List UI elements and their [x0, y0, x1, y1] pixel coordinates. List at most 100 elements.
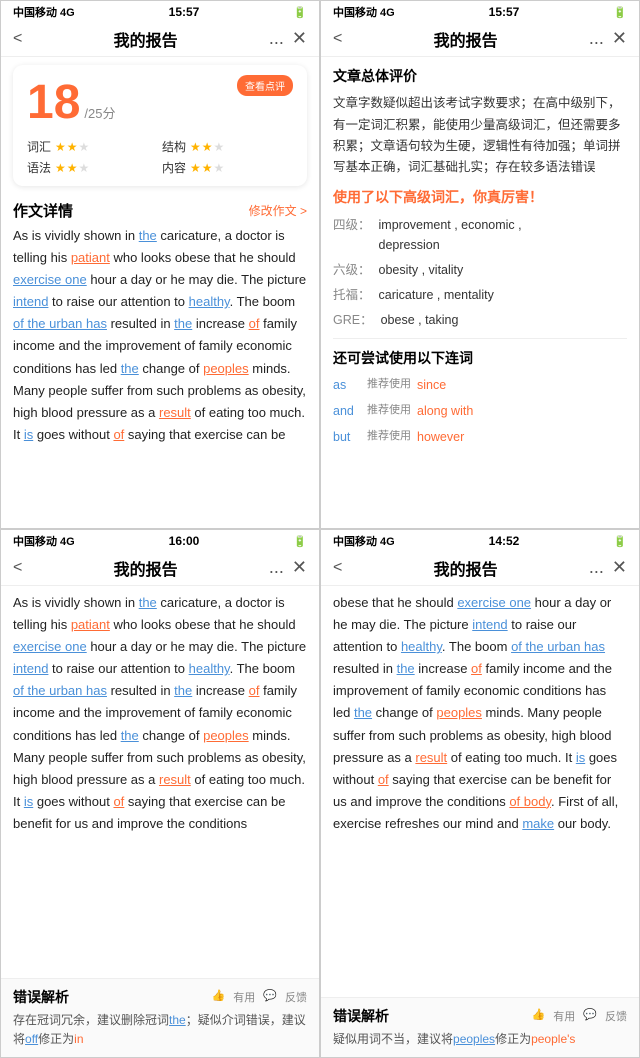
structure-label: 结构: [162, 138, 186, 155]
back-button-tr[interactable]: <: [333, 30, 342, 48]
bl-the2: the: [174, 683, 192, 698]
structure-stars: ★ ★ ★: [190, 140, 224, 154]
panel-body-tr: 文章总体评价 文章字数疑似超出该考试字数要求；在高中级别下，有一定词汇积累，能使…: [321, 57, 639, 461]
carrier-br: 中国移动 4G: [333, 533, 395, 549]
star-3: ★: [79, 140, 90, 154]
useful-label-br[interactable]: 有用: [553, 1008, 575, 1024]
br-intend: intend: [472, 617, 507, 632]
nav-title-bl: 我的报告: [114, 556, 178, 580]
nav-title-tl: 我的报告: [114, 27, 178, 51]
useful-label-bl[interactable]: 有用: [233, 989, 255, 1005]
bl-intend: intend: [13, 661, 48, 676]
br-is: is: [576, 750, 585, 765]
score-grammar: 语法 ★ ★ ★: [27, 159, 158, 176]
vocab-label-0: 四级：: [333, 215, 371, 255]
star-1: ★: [55, 140, 66, 154]
nav-bar-bl: < 我的报告 ... ✕: [1, 550, 319, 586]
connective-item-but: but 推荐使用 however: [333, 427, 627, 447]
error-header-bl: 错误解析 👍 有用 💬 反馈: [13, 987, 307, 1007]
connective-list: as 推荐使用 since and 推荐使用 along with but 推荐…: [333, 375, 627, 447]
battery-tr: 🔋: [613, 6, 627, 19]
vocab-words-2: caricature , mentality: [379, 285, 494, 305]
br-exercise: exercise one: [457, 595, 531, 610]
vocab-words-1: obesity , vitality: [379, 260, 464, 280]
nav-title-br: 我的报告: [434, 556, 498, 580]
back-button-tl[interactable]: <: [13, 30, 22, 48]
close-icon-tl[interactable]: ✕: [292, 28, 307, 49]
score-details: 词汇 ★ ★ ★ 结构 ★ ★ ★ 语法: [27, 138, 293, 176]
vocab-label: 词汇: [27, 138, 51, 155]
vocab-label-1: 六级：: [333, 260, 371, 280]
status-bar-tl: 中国移动 4G 15:57 🔋: [1, 1, 319, 21]
conn-suggest-and: 推荐使用: [367, 402, 411, 420]
more-icon-tr[interactable]: ...: [589, 28, 604, 49]
grammar-label: 语法: [27, 159, 51, 176]
essay-word-peoples: peoples: [203, 361, 249, 376]
vocab-label-2: 托福：: [333, 285, 371, 305]
back-button-br[interactable]: <: [333, 559, 342, 577]
close-icon-tr[interactable]: ✕: [612, 28, 627, 49]
conn-recommend-and: along with: [417, 401, 473, 421]
more-icon-tl[interactable]: ...: [269, 28, 284, 49]
bl-exercise: exercise one: [13, 639, 87, 654]
carrier-tl: 中国移动 4G: [13, 4, 75, 20]
nav-icons-br: ... ✕: [589, 557, 627, 578]
essay-body-bl: As is vividly shown in the caricature, a…: [1, 586, 319, 835]
close-icon-bl[interactable]: ✕: [292, 557, 307, 578]
score-card: 查看点评 18 /25分 词汇 ★ ★ ★ 结构 ★: [13, 65, 307, 186]
score-vocab: 词汇 ★ ★ ★: [27, 138, 158, 155]
error-the: the: [169, 1013, 186, 1027]
thumbup-icon-br: 👍: [532, 1008, 546, 1024]
overall-comment: 文章字数疑似超出该考试字数要求；在高中级别下，有一定词汇积累，能使用少量高级词汇…: [333, 93, 627, 178]
error-box-bl: 错误解析 👍 有用 💬 反馈 存在冠词冗余，建议删除冠词the；疑似介词错误，建…: [1, 978, 319, 1057]
star-2: ★: [67, 140, 78, 154]
score-number: 18: [27, 75, 80, 130]
error-in: in: [74, 1032, 83, 1046]
edit-essay-link[interactable]: 修改作文 >: [249, 202, 307, 219]
nav-bar-br: < 我的报告 ... ✕: [321, 550, 639, 586]
status-bar-bl: 中国移动 4G 16:00 🔋: [1, 530, 319, 550]
error-peoples-fix: people's: [531, 1032, 575, 1046]
bl-the1: the: [139, 595, 157, 610]
back-button-bl[interactable]: <: [13, 559, 22, 577]
star-5: ★: [202, 140, 213, 154]
conn-word-and: and: [333, 401, 361, 421]
vocab-stars: ★ ★ ★: [55, 140, 89, 154]
star-8: ★: [67, 161, 78, 175]
vocab-title: 使用了以下高级词汇，你真厉害！: [333, 186, 627, 208]
star-10: ★: [190, 161, 201, 175]
feedback-label-bl[interactable]: 反馈: [285, 989, 307, 1005]
nav-title-tr: 我的报告: [434, 27, 498, 51]
star-6: ★: [214, 140, 225, 154]
br-of2: of: [378, 772, 389, 787]
bl-result: result: [159, 772, 191, 787]
more-icon-bl[interactable]: ...: [269, 557, 284, 578]
thumbup-icon-bl: 👍: [212, 989, 226, 1005]
conn-word-as: as: [333, 375, 361, 395]
bl-is: is: [24, 794, 33, 809]
feedback-label-br[interactable]: 反馈: [605, 1008, 627, 1024]
essay-word-intend: intend: [13, 294, 48, 309]
carrier-bl: 中国移动 4G: [13, 533, 75, 549]
content-label: 内容: [162, 159, 186, 176]
nav-icons-tr: ... ✕: [589, 28, 627, 49]
error-actions-bl: 👍 有用 💬 反馈: [212, 989, 307, 1005]
essay-body-tl: As is vividly shown in the caricature, a…: [1, 225, 319, 446]
review-button[interactable]: 查看点评: [237, 75, 293, 96]
error-title-bl: 错误解析: [13, 987, 69, 1007]
time-bl: 16:00: [169, 534, 200, 548]
essay-section-header: 作文详情 修改作文 >: [1, 194, 319, 225]
score-content: 内容 ★ ★ ★: [162, 159, 293, 176]
screen-top-left: 中国移动 4G 15:57 🔋 < 我的报告 ... ✕ 查看点评 18 /25…: [0, 0, 320, 529]
essay-word-exercise: exercise one: [13, 272, 87, 287]
star-9: ★: [79, 161, 90, 175]
more-icon-br[interactable]: ...: [589, 557, 604, 578]
br-of-body: of body: [509, 794, 551, 809]
nav-bar-tl: < 我的报告 ... ✕: [1, 21, 319, 57]
close-icon-br[interactable]: ✕: [612, 557, 627, 578]
feedback-icon-bl: 💬: [263, 989, 277, 1005]
essay-word-of-the: of the urban has: [13, 316, 107, 331]
time-tr: 15:57: [489, 5, 520, 19]
error-box-br: 错误解析 👍 有用 💬 反馈 疑似用词不当，建议将peoples修正为peopl…: [321, 997, 639, 1057]
error-content-br: 疑似用词不当，建议将peoples修正为people's: [333, 1030, 627, 1049]
